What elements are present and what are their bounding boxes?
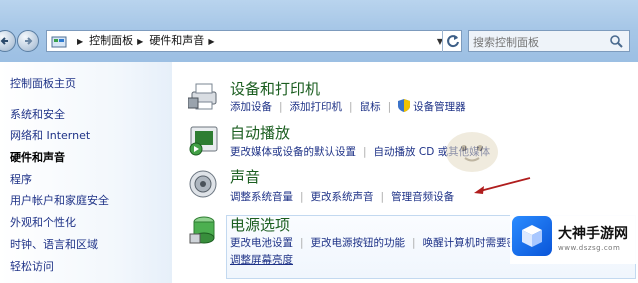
nav-hardware-sound: 硬件和声音: [10, 151, 65, 164]
nav-user-accounts[interactable]: 用户帐户和家庭安全: [10, 192, 109, 208]
nav-network-internet[interactable]: 网络和 Internet: [10, 127, 90, 143]
change-battery-settings-link[interactable]: 更改电池设置: [230, 237, 293, 249]
forward-button[interactable]: [17, 30, 39, 52]
autoplay-icon: [189, 126, 218, 156]
back-arrow-icon: [0, 37, 8, 45]
breadcrumb: ▶ 控制面板 ▶ 硬件和声音 ▶: [73, 33, 220, 50]
nav-programs[interactable]: 程序: [10, 171, 32, 187]
nav-control-panel-home[interactable]: 控制面板主页: [10, 75, 76, 91]
back-button[interactable]: [0, 30, 16, 52]
breadcrumb-control-panel[interactable]: 控制面板: [89, 34, 133, 47]
left-navigation-pane: 控制面板主页 系统和安全 网络和 Internet 硬件和声音 程序 用户帐户和…: [0, 62, 172, 283]
change-power-button-link[interactable]: 更改电源按钮的功能: [311, 237, 406, 249]
nav-appearance[interactable]: 外观和个性化: [10, 214, 76, 230]
uac-shield-icon: [398, 99, 411, 112]
search-icon[interactable]: [609, 34, 623, 48]
annotation-arrow-icon: [474, 177, 531, 194]
category-power-options[interactable]: 电源选项: [230, 214, 290, 235]
search-input[interactable]: [469, 32, 597, 53]
link-divider: |: [300, 191, 304, 203]
breadcrumb-separator-icon[interactable]: ▶: [208, 34, 214, 50]
manage-audio-devices-link[interactable]: 管理音频设备: [391, 191, 454, 203]
window-toolbar: ▶ 控制面板 ▶ 硬件和声音 ▶ ▼: [0, 0, 638, 63]
change-default-settings-link[interactable]: 更改媒体或设备的默认设置: [230, 146, 356, 158]
logo-url: www.dszsg.com: [558, 244, 621, 252]
breadcrumb-separator-icon[interactable]: ▶: [77, 34, 83, 50]
nav-clock-language[interactable]: 时钟、语言和区域: [10, 236, 98, 252]
printer-icon: [188, 83, 217, 110]
search-box[interactable]: [468, 30, 630, 53]
power-options-links-row2: 调整屏幕亮度: [230, 252, 293, 267]
speaker-icon: [189, 170, 217, 198]
adjust-brightness-link[interactable]: 调整屏幕亮度: [230, 254, 293, 266]
refresh-icon: [447, 35, 459, 48]
category-devices-printers[interactable]: 设备和打印机: [230, 78, 320, 99]
breadcrumb-hardware-sound[interactable]: 硬件和声音: [149, 34, 204, 47]
refresh-button[interactable]: [442, 30, 462, 52]
watermark-mascot-icon: [446, 132, 498, 172]
link-divider: |: [412, 237, 416, 249]
nav-system-security[interactable]: 系统和安全: [10, 106, 65, 122]
logo-cube-icon: [512, 216, 552, 256]
mouse-link[interactable]: 鼠标: [360, 101, 381, 113]
add-device-link[interactable]: 添加设备: [230, 101, 272, 113]
category-sound[interactable]: 声音: [230, 166, 260, 187]
logo-name: 大神手游网: [558, 226, 628, 242]
breadcrumb-separator-icon[interactable]: ▶: [137, 34, 143, 50]
link-divider: |: [279, 101, 283, 113]
devices-printers-links: 添加设备 | 添加打印机 | 鼠标 | 设备管理器: [230, 99, 466, 114]
link-divider: |: [349, 101, 353, 113]
link-divider: |: [300, 237, 304, 249]
add-printer-link[interactable]: 添加打印机: [290, 101, 343, 113]
address-bar[interactable]: ▶ 控制面板 ▶ 硬件和声音 ▶ ▼: [46, 30, 462, 52]
device-manager-link[interactable]: 设备管理器: [413, 101, 466, 113]
control-panel-icon: [51, 36, 67, 48]
link-divider: |: [380, 191, 385, 203]
forward-arrow-icon: [25, 37, 33, 45]
battery-icon: [189, 216, 215, 244]
power-options-links: 更改电池设置 | 更改电源按钮的功能 | 唤醒计算机时需要密码: [230, 235, 528, 250]
link-divider: |: [387, 101, 392, 113]
change-sounds-link[interactable]: 更改系统声音: [311, 191, 374, 203]
site-logo: 大神手游网 www.dszsg.com: [510, 214, 638, 264]
link-divider: |: [363, 146, 367, 158]
nav-ease-of-access[interactable]: 轻松访问: [10, 258, 54, 274]
adjust-volume-link[interactable]: 调整系统音量: [230, 191, 293, 203]
category-autoplay[interactable]: 自动播放: [230, 122, 290, 143]
sound-links: 调整系统音量 | 更改系统声音 | 管理音频设备: [230, 189, 454, 204]
